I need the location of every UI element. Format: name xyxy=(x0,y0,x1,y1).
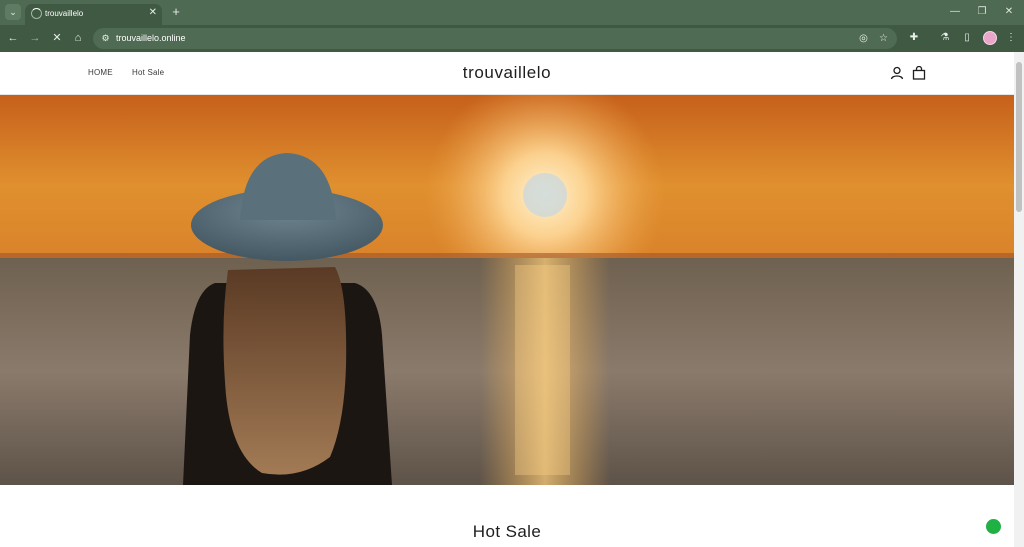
cart-bag-icon[interactable] xyxy=(912,66,926,80)
tracking-blocked-icon[interactable]: ◎ xyxy=(857,32,870,45)
stop-loading-button[interactable]: ✕ xyxy=(49,30,65,46)
section-title: Hot Sale xyxy=(472,522,542,541)
tab-title: trouvaillelo xyxy=(45,9,84,18)
site-info-icon[interactable]: ⚙ xyxy=(99,32,112,45)
new-tab-button[interactable]: + xyxy=(168,4,184,20)
account-icon[interactable] xyxy=(890,66,904,80)
restore-button[interactable]: ❐ xyxy=(973,4,991,20)
bookmark-star-icon[interactable]: ☆ xyxy=(877,32,890,45)
hero-banner-image xyxy=(0,95,1014,485)
back-button[interactable]: ← xyxy=(5,30,21,46)
close-window-button[interactable]: ✕ xyxy=(1000,4,1018,20)
tab-strip: ⌄ trouvaillelo ✕ + — ❐ ✕ xyxy=(0,0,1024,25)
site-logo[interactable]: trouvaillelo xyxy=(0,63,1014,83)
extensions-icon[interactable]: ✚ xyxy=(906,30,922,46)
page-scrollbar[interactable] xyxy=(1014,52,1024,547)
minimize-button[interactable]: — xyxy=(946,4,964,20)
scrollbar-thumb[interactable] xyxy=(1016,62,1022,212)
labs-flask-icon[interactable]: ⚗ xyxy=(937,30,953,46)
url-text[interactable]: trouvaillelo.online xyxy=(116,32,186,45)
profile-avatar[interactable] xyxy=(983,31,997,45)
tab-close-icon[interactable]: ✕ xyxy=(149,7,157,19)
address-bar[interactable]: ⚙ trouvaillelo.online ◎ ☆ xyxy=(93,28,897,49)
forward-button[interactable]: → xyxy=(27,30,43,46)
site-header: HOME Hot Sale trouvaillelo xyxy=(0,52,1014,95)
chat-widget-icon[interactable] xyxy=(986,519,1001,534)
menu-kebab-icon[interactable]: ⋮ xyxy=(1003,30,1019,46)
home-button[interactable]: ⌂ xyxy=(70,30,86,46)
side-panel-icon[interactable]: ▯ xyxy=(959,30,975,46)
loading-spinner-icon xyxy=(31,8,42,19)
active-tab[interactable]: trouvaillelo ✕ xyxy=(25,4,162,25)
tab-search-button[interactable]: ⌄ xyxy=(5,4,21,20)
browser-toolbar: ← → ✕ ⌂ ⚙ trouvaillelo.online ◎ ☆ ✚ ⚗ ▯ … xyxy=(0,25,1024,52)
web-page: HOME Hot Sale trouvaillelo Hot Sale xyxy=(0,52,1014,547)
